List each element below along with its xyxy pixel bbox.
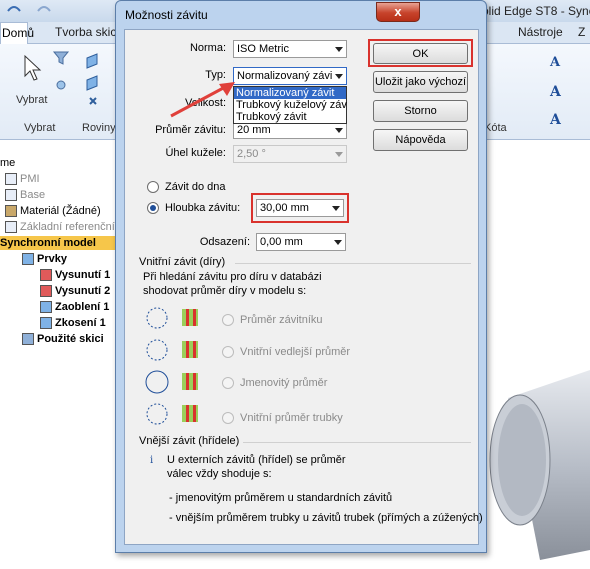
cancel-button[interactable]: Storno [373,100,468,122]
help-button[interactable]: Nápověda [373,129,468,151]
thread-depth-label: Hloubka závitu: [165,202,241,214]
inner-thread-desc: Při hledání závitu pro díru v databázi s… [143,271,322,297]
typ-select[interactable]: Normalizovaný závi [233,67,347,85]
plane-icons[interactable] [84,50,106,110]
select-label[interactable]: Vybrat [16,94,47,106]
typ-option-0[interactable]: Normalizovaný závit [234,87,346,99]
path-finder-tree: me PMI Base Materiál (Žádné) Základní re… [0,150,130,350]
filter-icons[interactable] [52,50,72,110]
dialog-body: Norma: ISO Metric Typ: Normalizovaný záv… [124,29,483,545]
divider [235,263,471,264]
tree-node-material[interactable]: Materiál (Žádné) [5,204,101,218]
cylinder-model[interactable] [480,350,590,569]
undo-redo-icons[interactable] [4,3,64,19]
divider [243,442,471,443]
outer-bullet-2: - vnějším průměrem trubky u závitů trube… [169,512,483,524]
norma-label: Norma: [189,42,226,54]
uhel-select[interactable]: 2,50 ° [233,145,347,163]
outer-thread-header: Vnější závit (hřídele) [139,435,240,447]
app-title: olid Edge ST8 - Synch [482,4,590,18]
offset-input[interactable]: 0,00 mm [256,233,346,251]
prumer-label: Průměr závitu: [155,124,226,136]
tree-node-pmi[interactable]: PMI [5,172,40,186]
tree-node-features[interactable]: Prvky [22,252,67,266]
svg-text:A: A [549,55,561,70]
svg-text:A: A [549,84,562,100]
thread-to-bottom-label: Závit do dna [165,181,226,193]
pipe-inner-diameter-label: Vnitřní průměr trubky [240,412,343,424]
thread-options-dialog: Možnosti závitu x Norma: ISO Metric Typ:… [115,0,487,553]
thread-to-bottom-radio[interactable] [147,181,159,193]
svg-text:i: i [150,455,153,464]
tab-z[interactable]: Z [578,25,585,39]
thread-depth-radio[interactable] [147,202,159,214]
nominal-diameter-label: Jmenovitý průměr [240,377,328,389]
select-arrow-icon[interactable] [22,54,42,82]
pipe-inner-diameter-radio[interactable] [222,412,234,424]
depth-highlight [251,193,349,223]
tree-node-extrude-1[interactable]: Vysunutí 1 [40,268,110,282]
tap-drill-radio[interactable] [222,314,234,326]
save-default-button[interactable]: Uložit jako výchozí [373,71,468,93]
close-button[interactable]: x [376,2,420,22]
tree-node-ref-planes[interactable]: Základní referenční ro [5,220,128,234]
tree-node-chamfer-1[interactable]: Zkosení 1 [40,316,106,330]
dialog-title: Možnosti závitu [125,8,208,22]
outer-thread-info: U externích závitů (hřídel) se průměr vá… [167,454,346,480]
tree-node-used-sketches[interactable]: Použité skici [22,332,104,346]
svg-text:A: A [549,112,562,128]
outer-bullet-1: - jmenovitým průměrem u standardních záv… [169,492,393,504]
group-dim-label: Kóta [484,122,507,134]
tree-node-0[interactable]: me [0,156,15,170]
tree-node-sync-model[interactable]: Synchronní model [0,236,130,250]
minor-diameter-radio[interactable] [222,346,234,358]
typ-option-2[interactable]: Trubkový závit [234,111,346,123]
typ-dropdown-list: Normalizovaný závit Trubkový kuželový zá… [233,86,347,124]
norma-select[interactable]: ISO Metric [233,40,347,58]
uhel-label: Úhel kužele: [165,147,226,159]
tree-node-round-1[interactable]: Zaoblení 1 [40,300,109,314]
offset-label: Odsazení: [199,236,250,248]
tab-domu[interactable]: Domů [0,22,34,45]
annotation-icons[interactable]: A A A [548,52,568,132]
typ-option-1[interactable]: Trubkový kuželový záv [234,99,347,111]
inner-thread-header: Vnitřní závit (díry) [139,256,226,268]
tree-node-extrude-2[interactable]: Vysunutí 2 [40,284,110,298]
minor-diameter-label: Vnitřní vedlejší průměr [240,346,351,358]
ok-highlight [368,39,473,67]
tab-tvorba-skici[interactable]: Tvorba skici [55,25,119,39]
tab-nastroje[interactable]: Nástroje [518,25,563,39]
group-select-label: Vybrat [24,122,56,134]
nominal-diameter-radio[interactable] [222,377,234,389]
thread-diameter-icons [145,307,198,425]
group-planes-label: Roviny [82,122,116,134]
annotation-arrow-icon [170,82,235,118]
info-icon: i [150,455,153,464]
tap-drill-label: Průměr závitníku [240,314,323,326]
tree-node-base[interactable]: Base [5,188,45,202]
